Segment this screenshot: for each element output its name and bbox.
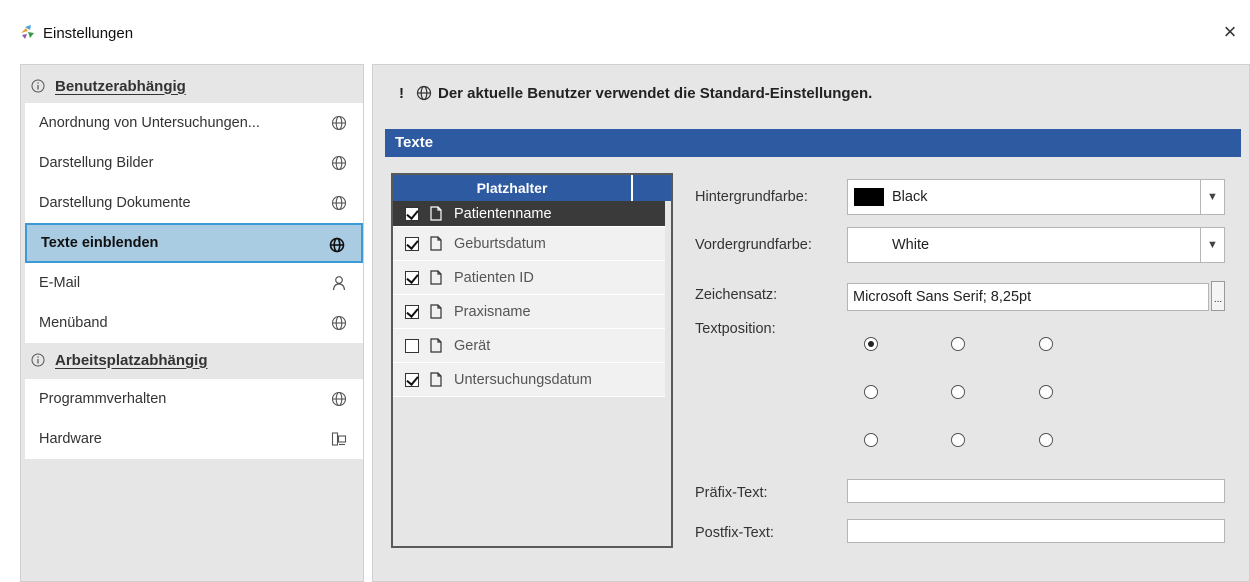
position-radio-top-center[interactable] [951,337,965,351]
postfix-text-label: Postfix-Text: [695,525,774,541]
placeholder-label: Gerät [454,337,491,354]
font-label: Zeichensatz: [695,287,778,303]
globe-icon [331,155,347,171]
document-icon [430,236,442,251]
globe-icon [331,315,347,331]
workstation-icon [331,432,347,446]
font-field[interactable]: Microsoft Sans Serif; 8,25pt [847,283,1209,311]
placeholder-list-header: Platzhalter [393,175,671,201]
placeholder-label: Praxisname [454,303,531,320]
section-label: Benutzerabhängig [55,77,186,95]
document-icon [430,270,442,285]
close-button[interactable]: × [1216,18,1244,46]
nav-item-darstellung-dokumente[interactable]: Darstellung Dokumente [25,183,363,223]
checkbox[interactable] [405,270,419,285]
column-header-platzhalter[interactable]: Platzhalter [393,175,631,201]
font-picker-button[interactable]: ... [1211,281,1225,311]
nav-item-label: Darstellung Bilder [39,155,154,171]
nav-list-workstation: Programmverhalten Hardware [25,379,363,459]
chevron-down-icon[interactable]: ▼ [1200,228,1224,262]
nav-item-label: E-Mail [39,275,81,291]
document-icon [430,372,442,387]
foreground-color-label: Vordergrundfarbe: [695,237,812,253]
placeholder-row[interactable]: Praxisname [393,295,665,329]
section-header-workstation: Arbeitsplatzabhängig [25,347,208,373]
background-color-select[interactable]: Black ▼ [847,179,1225,215]
nav-item-label: Darstellung Dokumente [39,195,191,211]
position-radio-bottom-left[interactable] [864,433,878,447]
info-text: Der aktuelle Benutzer verwendet die Stan… [438,84,873,102]
placeholder-row[interactable]: Geburtsdatum [393,227,665,261]
checkbox[interactable] [405,236,419,251]
app-logo-icon [21,25,34,39]
nav-item-label: Texte einblenden [41,235,159,251]
checkbox[interactable] [405,206,419,221]
nav-item-email[interactable]: E-Mail [25,263,363,303]
foreground-color-select[interactable]: White ▼ [847,227,1225,263]
document-icon [430,304,442,319]
nav-item-label: Programmverhalten [39,391,167,407]
foreground-color-value: White [892,237,930,253]
placeholder-label: Geburtsdatum [454,235,546,252]
info-icon [31,79,45,93]
window-title: Einstellungen [43,25,134,42]
placeholder-row[interactable]: Untersuchungsdatum [393,363,665,397]
nav-item-label: Hardware [39,431,102,447]
nav-item-label: Menüband [39,315,108,331]
placeholder-row[interactable]: Gerät [393,329,665,363]
nav-item-label: Anordnung von Untersuchungen... [39,115,260,131]
document-icon [430,338,442,353]
placeholder-label: Patienten ID [454,269,534,286]
column-separator [631,175,633,201]
title-bar: Einstellungen × [0,0,1250,60]
section-label: Arbeitsplatzabhängig [55,351,208,369]
document-icon [430,206,442,221]
color-swatch [854,236,884,254]
position-radio-bottom-center[interactable] [951,433,965,447]
text-position-label: Textposition: [695,321,776,337]
globe-icon [331,391,347,407]
placeholder-label: Patientenname [454,205,552,222]
postfix-text-input[interactable] [847,519,1225,543]
checkbox[interactable] [405,304,419,319]
settings-sidebar: Benutzerabhängig Anordnung von Untersuch… [20,64,364,582]
placeholder-label: Untersuchungsdatum [454,371,592,388]
placeholder-row[interactable]: Patientenname [393,201,665,227]
globe-icon [331,195,347,211]
globe-icon [329,237,345,253]
nav-item-hardware[interactable]: Hardware [25,419,363,459]
background-color-value: Black [892,189,928,205]
placeholder-row[interactable]: Patienten ID [393,261,665,295]
chevron-down-icon[interactable]: ▼ [1200,180,1224,214]
checkbox[interactable] [405,372,419,387]
nav-item-menueband[interactable]: Menüband [25,303,363,343]
color-swatch [854,188,884,206]
info-banner: ! Der aktuelle Benutzer verwendet die St… [399,81,872,105]
position-radio-middle-left[interactable] [864,385,878,399]
exclamation-mark: ! [399,84,404,102]
background-color-label: Hintergrundfarbe: [695,189,808,205]
user-icon [332,276,346,291]
position-radio-bottom-right[interactable] [1039,433,1053,447]
nav-item-anordnung[interactable]: Anordnung von Untersuchungen... [25,103,363,143]
position-radio-top-right[interactable] [1039,337,1053,351]
position-radio-middle-center[interactable] [951,385,965,399]
globe-icon [416,85,432,101]
position-radio-middle-right[interactable] [1039,385,1053,399]
prefix-text-label: Präfix-Text: [695,485,768,501]
nav-item-programmverhalten[interactable]: Programmverhalten [25,379,363,419]
nav-item-darstellung-bilder[interactable]: Darstellung Bilder [25,143,363,183]
nav-item-texte-einblenden[interactable]: Texte einblenden [25,223,363,263]
placeholder-list: Platzhalter Patientenname Geburtsdatum P… [391,173,673,548]
globe-icon [331,115,347,131]
info-icon [31,353,45,367]
position-radio-top-left[interactable] [864,337,878,351]
section-title-bar: Texte [385,129,1241,157]
checkbox[interactable] [405,338,419,353]
settings-content: ! Der aktuelle Benutzer verwendet die St… [372,64,1250,582]
section-header-user: Benutzerabhängig [25,73,186,99]
nav-list-user: Anordnung von Untersuchungen... Darstell… [25,103,363,343]
prefix-text-input[interactable] [847,479,1225,503]
